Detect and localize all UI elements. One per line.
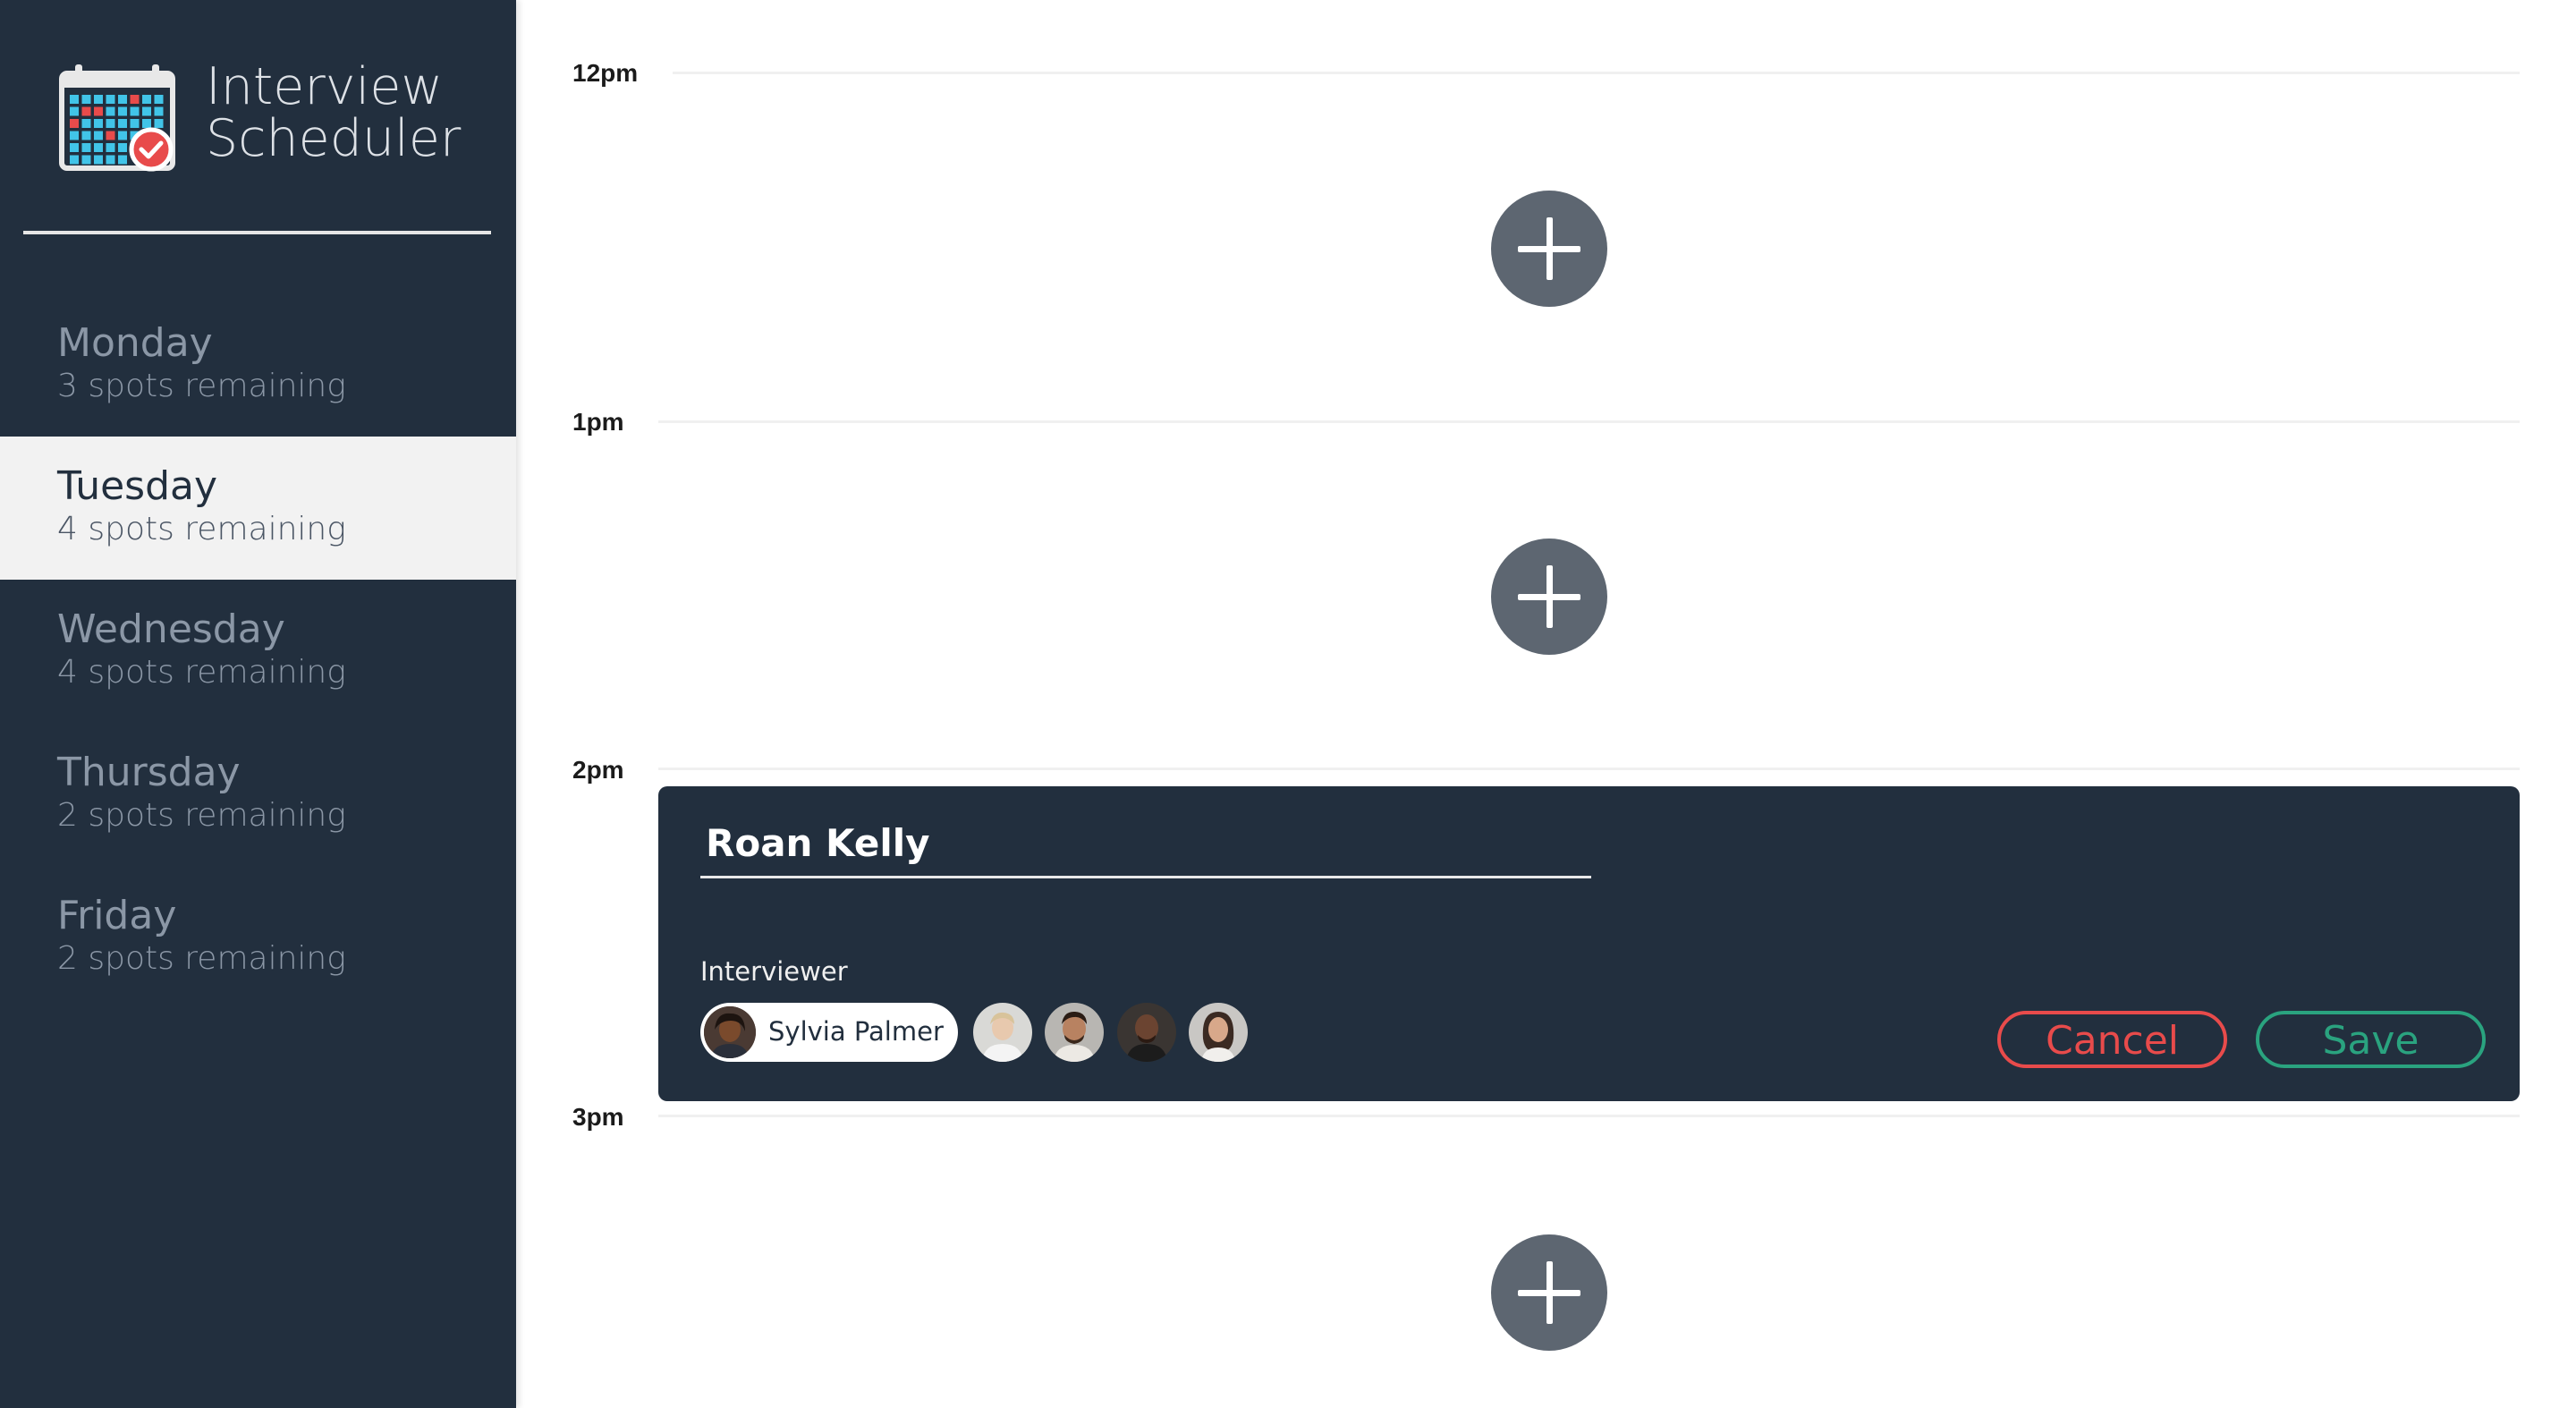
student-name-input[interactable] [700,820,1591,878]
day-spots: 3 spots remaining [57,368,346,404]
day-name: Tuesday [57,463,218,509]
time-divider [658,768,2520,770]
day-item-thursday[interactable]: Thursday 2 spots remaining [0,723,516,866]
sidebar-divider [23,231,491,234]
day-list: Monday 3 spots remaining Tuesday 4 spots… [0,293,516,1009]
interviewer-avatar[interactable] [1045,1003,1104,1062]
time-label-1pm: 1pm [572,408,624,436]
add-appointment-button[interactable] [1491,1234,1607,1351]
cancel-button[interactable]: Cancel [1997,1011,2227,1068]
time-label-3pm: 3pm [572,1103,624,1131]
interviewer-name: Sylvia Palmer [768,1016,944,1047]
day-name: Monday [57,320,213,366]
add-appointment-button[interactable] [1491,539,1607,655]
schedule: 12pm 1pm 2pm Interviewer Sylv [516,0,2576,1408]
day-spots: 2 spots remaining [57,797,346,834]
time-divider [658,1115,2520,1117]
day-item-wednesday[interactable]: Wednesday 4 spots remaining [0,580,516,723]
day-item-friday[interactable]: Friday 2 spots remaining [0,866,516,1009]
interviewer-selected[interactable]: Sylvia Palmer [700,1003,958,1062]
app-title: Interview Scheduler [206,57,462,168]
interviewer-avatar[interactable] [973,1003,1032,1062]
time-label-2pm: 2pm [572,756,624,784]
day-name: Wednesday [57,606,285,652]
day-name: Thursday [57,750,241,795]
brand: Interview Scheduler [59,61,488,186]
appointment-form: Interviewer Sylvia Palmer [658,786,2520,1101]
day-item-monday[interactable]: Monday 3 spots remaining [0,293,516,437]
day-item-tuesday[interactable]: Tuesday 4 spots remaining [0,437,516,580]
day-name: Friday [57,893,177,938]
time-divider [673,72,2520,74]
day-spots: 4 spots remaining [57,654,346,691]
interviewer-avatar[interactable] [1117,1003,1176,1062]
time-divider [658,420,2520,423]
interviewer-label: Interviewer [700,956,848,987]
time-label-12pm: 12pm [572,59,639,87]
save-button[interactable]: Save [2256,1011,2486,1068]
interviewer-avatar[interactable] [1189,1003,1248,1062]
sidebar: Interview Scheduler Monday 3 spots remai… [0,0,516,1408]
day-spots: 2 spots remaining [57,940,346,977]
avatar [704,1006,756,1058]
add-appointment-button[interactable] [1491,191,1607,307]
day-spots: 4 spots remaining [57,511,346,547]
calendar-check-icon [59,64,175,172]
